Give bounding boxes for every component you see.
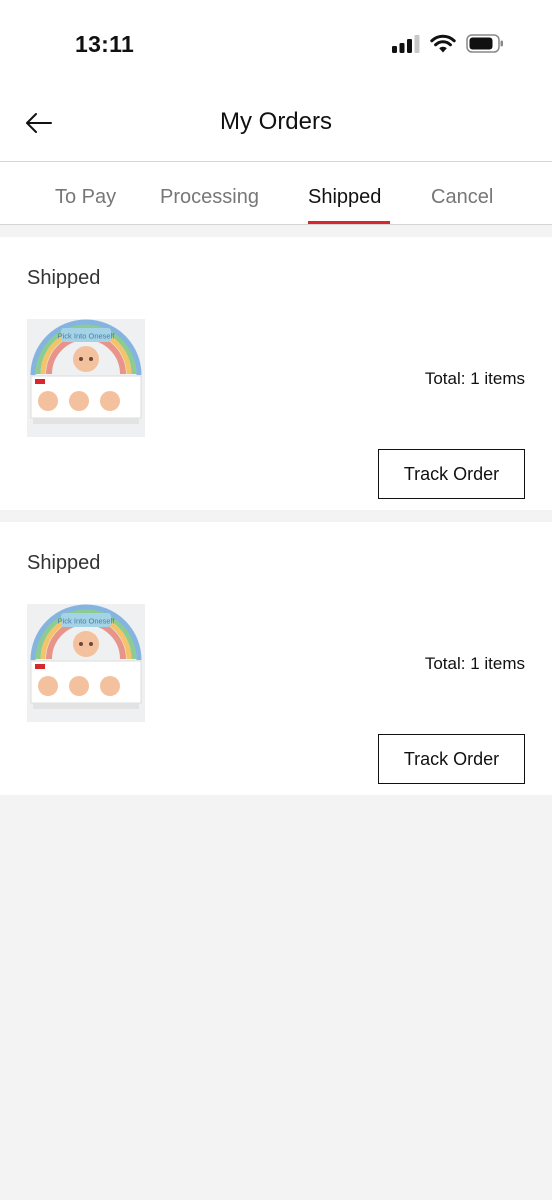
product-image: Pick Into Oneself	[27, 604, 145, 722]
order-card: Shipped Pick Into Oneself Total: 1 items…	[0, 522, 552, 795]
status-time: 13:11	[75, 31, 135, 57]
product-thumbnail[interactable]: Pick Into Oneself	[27, 319, 145, 437]
order-list: Shipped Pick Into Oneself Total: 1 items…	[0, 225, 552, 795]
order-status: Shipped	[27, 552, 101, 574]
order-total: Total: 1 items	[424, 654, 525, 673]
active-tab-indicator	[308, 221, 390, 224]
tab-shipped[interactable]: Shipped	[308, 186, 381, 209]
track-order-button[interactable]: Track Order	[378, 734, 525, 784]
tab-to-pay[interactable]: To Pay	[55, 186, 116, 209]
status-bar: 13:11	[0, 0, 552, 92]
order-card: Shipped Pick Into Oneself Total: 1 items…	[0, 237, 552, 510]
order-status: Shipped	[27, 267, 101, 289]
tab-processing[interactable]: Processing	[160, 186, 259, 209]
page-title: My Orders	[219, 108, 332, 135]
product-thumbnail[interactable]: Pick Into Oneself	[27, 604, 145, 722]
status-icons	[392, 34, 504, 53]
battery-icon	[466, 34, 503, 53]
wifi-icon	[430, 34, 456, 53]
navigation-bar: My Orders	[0, 92, 552, 162]
track-order-button[interactable]: Track Order	[378, 449, 525, 499]
top-area: 13:11 My Orders To Pay Processing Shippe…	[0, 0, 552, 225]
order-total: Total: 1 items	[424, 369, 525, 388]
product-image: Pick Into Oneself	[27, 319, 145, 437]
product-image-logo-text: Pick Into Oneself	[58, 617, 116, 626]
product-image-logo-text: Pick Into Oneself	[58, 332, 116, 341]
cellular-signal-icon	[392, 34, 420, 53]
order-tabs: To Pay Processing Shipped Cancel	[0, 162, 552, 225]
tab-cancel[interactable]: Cancel	[431, 186, 493, 209]
